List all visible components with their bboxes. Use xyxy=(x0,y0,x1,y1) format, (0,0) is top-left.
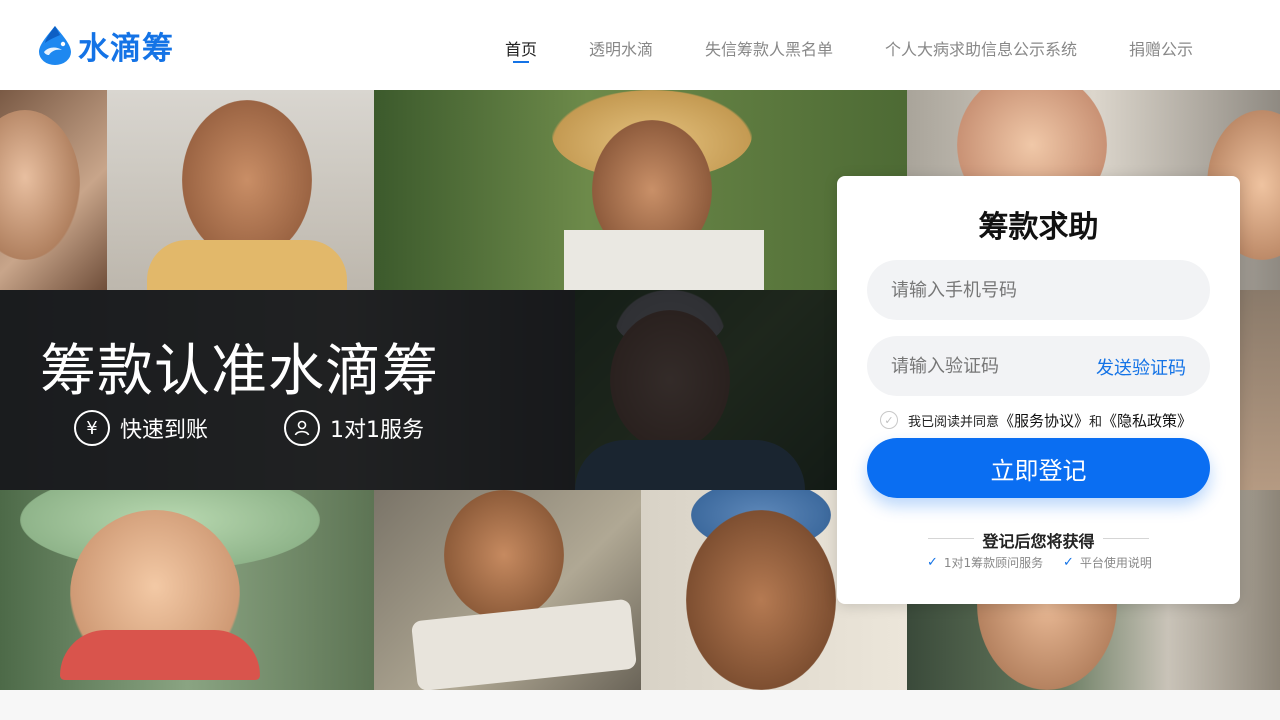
feature-fast-payout: ¥ 快速到账 xyxy=(74,410,208,446)
hero-slogan: 筹款认准水滴筹 xyxy=(40,339,439,404)
person-icon xyxy=(284,410,320,446)
check-icon: ✓ xyxy=(927,555,938,570)
send-code-button[interactable]: 发送验证码 xyxy=(1096,354,1186,380)
benefits-title: 登记后您将获得 xyxy=(982,532,1095,551)
feature-one-on-one: 1对1服务 xyxy=(284,410,424,446)
feature-label: 1对1服务 xyxy=(330,418,424,443)
benefit-item: ✓ 1对1筹款顾问服务 xyxy=(927,554,1043,571)
phone-input[interactable] xyxy=(891,260,1091,320)
yuan-icon: ¥ xyxy=(74,410,110,446)
check-icon: ✓ xyxy=(1063,555,1074,570)
page-bottom xyxy=(0,690,1280,720)
nav-active-indicator xyxy=(513,61,529,63)
code-field: 发送验证码 xyxy=(867,336,1210,396)
photo-tile xyxy=(0,490,374,690)
agree-prefix: 我已阅读并同意 xyxy=(908,414,1000,430)
benefit-label: 1对1筹款顾问服务 xyxy=(943,556,1044,570)
nav-item-donation-disclosure[interactable]: 捐赠公示 xyxy=(1129,36,1193,60)
benefit-item: ✓ 平台使用说明 xyxy=(1063,554,1152,571)
nav-item-home[interactable]: 首页 xyxy=(505,36,537,60)
photo-tile xyxy=(374,90,907,290)
divider xyxy=(1103,538,1149,539)
registration-card: 筹款求助 发送验证码 ✓ 我已阅读并同意 《服务协议》 和 《隐私政策》 立即登… xyxy=(837,176,1240,604)
privacy-policy-link[interactable]: 《隐私政策》 xyxy=(1102,410,1192,431)
phone-field xyxy=(867,260,1210,320)
nav-item-transparent[interactable]: 透明水滴 xyxy=(589,36,653,60)
service-agreement-link[interactable]: 《服务协议》 xyxy=(999,410,1089,431)
feature-label: 快速到账 xyxy=(120,418,209,443)
site-logo[interactable]: 水滴筹 xyxy=(38,24,174,67)
photo-tile xyxy=(0,90,107,290)
agree-checkbox[interactable]: ✓ xyxy=(880,411,898,429)
card-title: 筹款求助 xyxy=(978,210,1099,245)
photo-tile xyxy=(107,90,374,290)
verification-code-input[interactable] xyxy=(891,336,1091,396)
nav-item-disclosure-system[interactable]: 个人大病求助信息公示系统 xyxy=(885,36,1077,60)
agree-and: 和 xyxy=(1089,414,1103,430)
photo-tile xyxy=(1240,290,1280,490)
agreement-row: ✓ 我已阅读并同意 《服务协议》 和 《隐私政策》 xyxy=(880,410,1192,430)
register-now-button[interactable]: 立即登记 xyxy=(867,438,1210,498)
site-header: 水滴筹 首页 透明水滴 失信筹款人黑名单 个人大病求助信息公示系统 捐赠公示 xyxy=(0,0,1280,90)
photo-tile xyxy=(374,490,641,690)
water-drop-logo-icon xyxy=(39,26,71,65)
nav-item-blacklist[interactable]: 失信筹款人黑名单 xyxy=(705,36,833,60)
logo-text: 水滴筹 xyxy=(78,30,174,67)
benefit-label: 平台使用说明 xyxy=(1079,556,1152,570)
